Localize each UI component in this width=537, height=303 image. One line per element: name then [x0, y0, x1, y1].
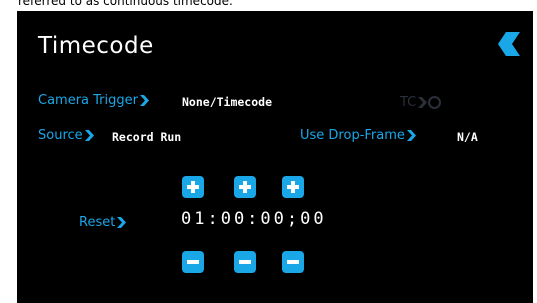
back-button[interactable]: [493, 29, 523, 59]
camera-trigger-label: Camera Trigger: [38, 93, 138, 108]
chevron-right-icon: [117, 217, 127, 228]
minus-icon: [239, 260, 251, 264]
hours-increment-button[interactable]: [182, 176, 204, 198]
chevron-right-icon: [84, 130, 94, 141]
page-title: Timecode: [38, 33, 154, 59]
tc-label: TC: [400, 95, 417, 110]
drop-frame-button[interactable]: Use Drop-Frame: [300, 128, 416, 143]
timecode-screen: Timecode Camera Trigger None/Timecode TC…: [17, 11, 533, 303]
minus-icon: [187, 260, 199, 264]
drop-frame-label: Use Drop-Frame: [300, 128, 405, 143]
drop-frame-value: N/A: [457, 130, 478, 144]
source-label: Source: [38, 128, 83, 143]
caption-text: referred to as continuous timecode.: [18, 0, 233, 8]
seconds-decrement-button[interactable]: [282, 251, 304, 273]
tc-status-indicator: TC: [400, 95, 442, 110]
source-button[interactable]: Source: [38, 128, 94, 143]
timecode-display: 01:00:00;00: [181, 209, 327, 229]
hours-decrement-button[interactable]: [182, 251, 204, 273]
source-value: Record Run: [112, 130, 182, 144]
back-arrow-icon: [498, 32, 520, 56]
chevron-right-icon: [418, 97, 428, 108]
reset-label: Reset: [79, 215, 116, 230]
camera-trigger-value: None/Timecode: [182, 95, 273, 109]
minus-icon: [287, 260, 299, 264]
chevron-right-icon: [139, 95, 149, 106]
seconds-increment-button[interactable]: [282, 176, 304, 198]
minutes-decrement-button[interactable]: [234, 251, 256, 273]
chevron-right-icon: [406, 130, 416, 141]
reset-button[interactable]: Reset: [79, 215, 127, 230]
camera-trigger-button[interactable]: Camera Trigger: [38, 93, 149, 108]
tc-status-dot-icon: [428, 96, 442, 109]
minutes-increment-button[interactable]: [234, 176, 256, 198]
